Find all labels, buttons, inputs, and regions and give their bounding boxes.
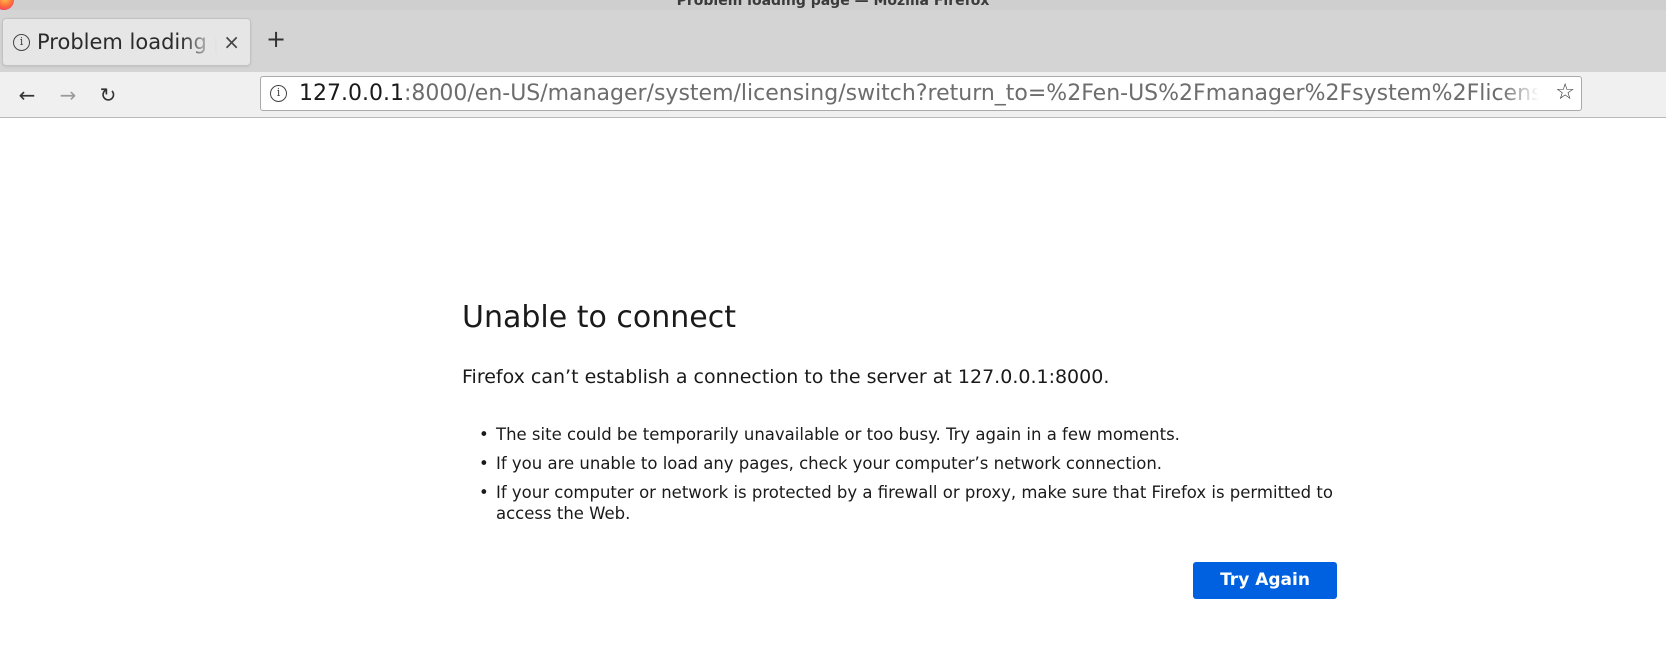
suggestion-item: The site could be temporarily unavailabl… — [479, 424, 1338, 445]
error-title: Unable to connect — [462, 300, 736, 335]
close-tab-icon[interactable]: × — [223, 30, 240, 54]
url-text[interactable]: 127.0.0.1:8000/en-US/manager/system/lice… — [299, 81, 1539, 106]
tab-title: Problem loading page — [37, 30, 217, 54]
url-host: 127.0.0.1 — [299, 81, 404, 106]
tab-problem-loading-page[interactable]: i Problem loading page × — [2, 18, 251, 66]
window-title: Problem loading page — Mozilla Firefox — [676, 0, 990, 9]
error-description: Firefox can’t establish a connection to … — [462, 366, 1110, 388]
url-path: :8000/en-US/manager/system/licensing/swi… — [403, 81, 1539, 106]
bookmark-star-icon[interactable]: ☆ — [1555, 80, 1575, 106]
navigation-toolbar: ← → ↻ i 127.0.0.1:8000/en-US/manager/sys… — [0, 72, 1666, 118]
suggestion-item: If you are unable to load any pages, che… — [479, 453, 1338, 474]
window-title-bar: Problem loading page — Mozilla Firefox — [0, 0, 1666, 10]
info-icon: i — [13, 34, 30, 51]
error-suggestions-list: The site could be temporarily unavailabl… — [462, 424, 1338, 532]
back-arrow-icon[interactable]: ← — [13, 81, 41, 109]
try-again-button[interactable]: Try Again — [1193, 562, 1337, 599]
suggestion-item: If your computer or network is protected… — [479, 482, 1338, 524]
forward-arrow-icon[interactable]: → — [54, 81, 82, 109]
url-bar[interactable]: i 127.0.0.1:8000/en-US/manager/system/li… — [260, 76, 1582, 111]
tab-strip: i Problem loading page × + — [0, 10, 1666, 72]
site-info-icon[interactable]: i — [270, 85, 287, 102]
reload-icon[interactable]: ↻ — [94, 81, 122, 109]
new-tab-button[interactable]: + — [264, 27, 288, 52]
